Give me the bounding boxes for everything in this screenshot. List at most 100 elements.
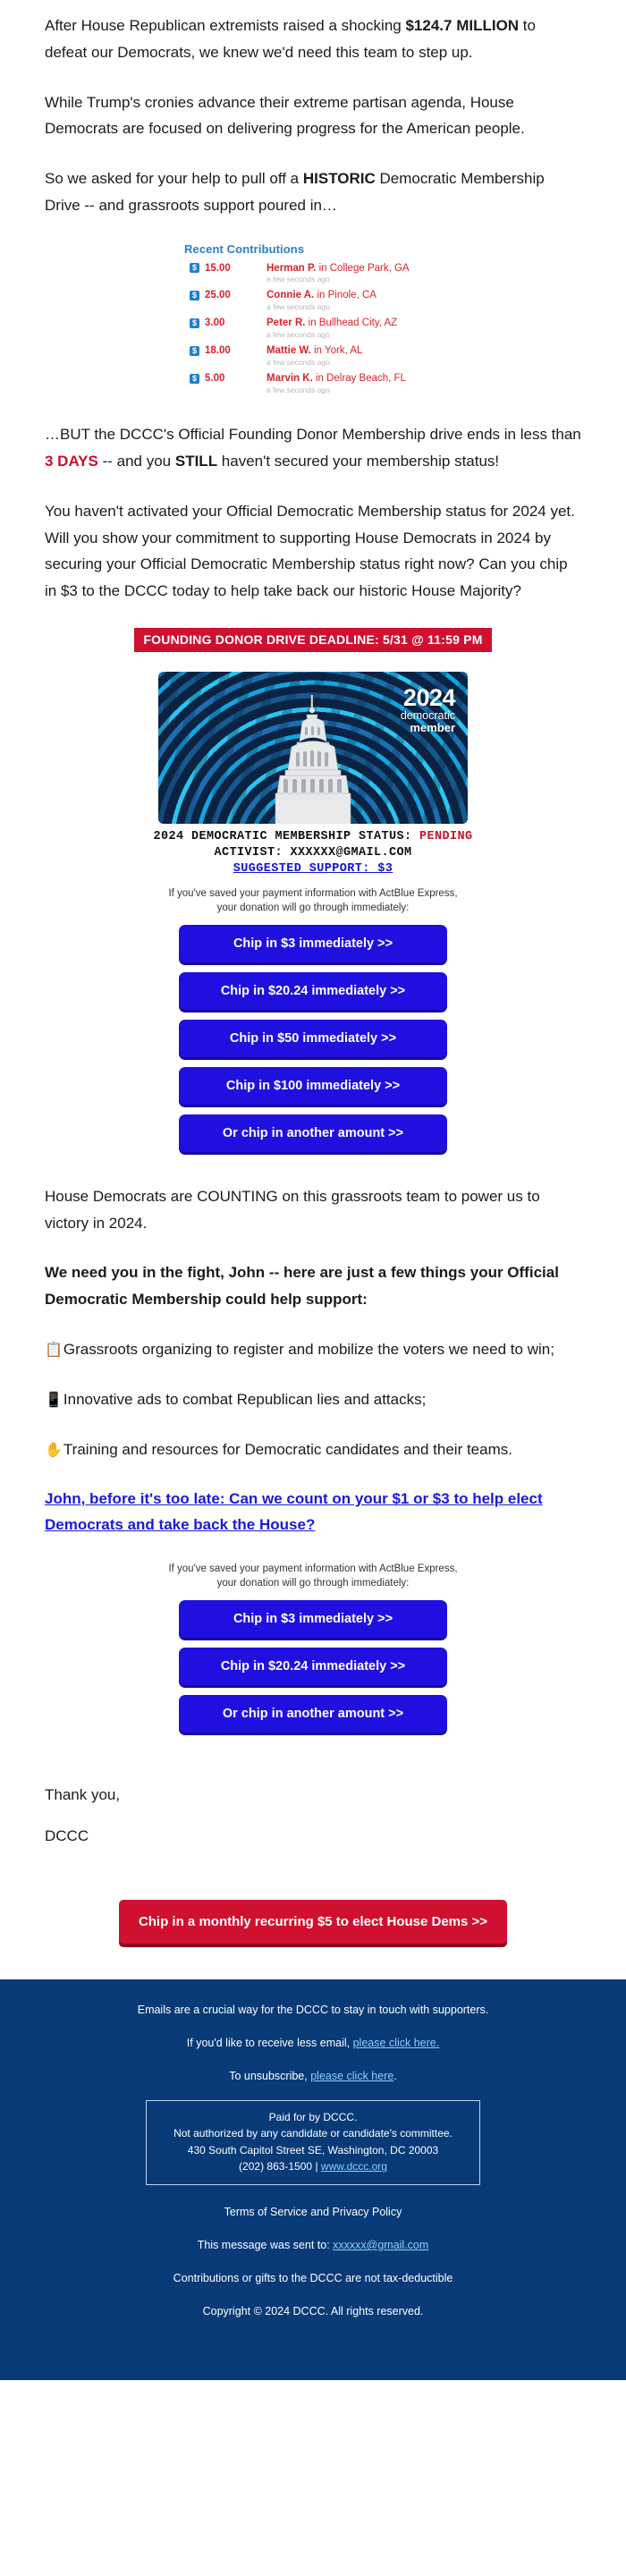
intro-paragraph-1: After House Republican extremists raised… bbox=[45, 13, 581, 66]
contribution-timestamp: a few seconds ago bbox=[266, 301, 330, 311]
copyright-line: Copyright © 2024 DCCC. All rights reserv… bbox=[202, 2304, 424, 2318]
footer-unsubscribe-period: . bbox=[393, 2069, 397, 2082]
membership-status-block: 2024 DEMOCRATIC MEMBERSHIP STATUS: PENDI… bbox=[45, 829, 581, 878]
donate-buttons-secondary: Chip in $3 immediately >> Chip in $20.24… bbox=[45, 1600, 581, 1733]
urgency-p4-e: haven't secured your membership status! bbox=[217, 453, 500, 470]
chip-in-other-button-secondary[interactable]: Or chip in another amount >> bbox=[179, 1695, 447, 1733]
contribution-row: $ 15.00 Herman P. in College Park, GA a … bbox=[161, 263, 465, 284]
contribution-timestamp: a few seconds ago bbox=[266, 274, 330, 284]
chip-in-2024-button-secondary[interactable]: Chip in $20.24 immediately >> bbox=[179, 1648, 447, 1686]
contribution-amount-cell: $ 5.00 bbox=[161, 373, 266, 384]
contribution-donor-location: in York, AL bbox=[310, 345, 363, 357]
contribution-amount: 3.00 bbox=[205, 318, 225, 329]
chip-in-2024-button[interactable]: Chip in $20.24 immediately >> bbox=[179, 971, 447, 1010]
urgency-still-emphasis: STILL bbox=[174, 453, 218, 470]
paid-for-disclaimer: Paid for by DCCC. Not authorized by any … bbox=[146, 2099, 480, 2185]
dollar-icon: $ bbox=[190, 345, 199, 356]
clipboard-icon: 📋 bbox=[45, 1342, 63, 1358]
dccc-website-link[interactable]: www.dccc.org bbox=[321, 2160, 387, 2173]
membership-card-wrap: 2024 democratic member bbox=[45, 671, 581, 824]
card-badge-year: 2024 bbox=[402, 683, 456, 711]
membership-status-label: 2024 DEMOCRATIC MEMBERSHIP STATUS: bbox=[153, 829, 412, 843]
intro-p1-a: After House Republican extremists raised… bbox=[45, 17, 406, 34]
contribution-info: Marvin K. in Delray Beach, FL a few seco… bbox=[266, 373, 406, 394]
monthly-recurring-button[interactable]: Chip in a monthly recurring $5 to elect … bbox=[118, 1899, 508, 1944]
contribution-amount: 15.00 bbox=[205, 262, 231, 274]
email-page: After House Republican extremists raised… bbox=[0, 0, 626, 2380]
recent-contributions-title: Recent Contributions bbox=[184, 242, 305, 256]
sent-to-text: This message was sent to: bbox=[197, 2238, 334, 2251]
suggested-support-link[interactable]: SUGGESTED SUPPORT: $3 bbox=[233, 861, 393, 877]
contribution-donor: Herman P. in College Park, GA bbox=[266, 263, 410, 275]
chip-in-50-button[interactable]: Chip in $50 immediately >> bbox=[179, 1019, 447, 1057]
dollar-icon: $ bbox=[190, 318, 199, 328]
benefit-item: ✋Training and resources for Democratic c… bbox=[45, 1436, 581, 1463]
actblue-express-note-2: If you've saved your payment information… bbox=[45, 1562, 581, 1591]
deadline-banner: FOUNDING DONOR DRIVE DEADLINE: 5/31 @ 11… bbox=[134, 627, 492, 652]
contribution-donor: Marvin K. in Delray Beach, FL bbox=[266, 373, 406, 385]
contribution-donor-location: in Pinole, CA bbox=[314, 290, 376, 301]
footer-less-email-text: If you'd like to receive less email, bbox=[186, 2036, 353, 2049]
card-badge-line2: member bbox=[410, 721, 455, 735]
contribution-donor-location: in Bullhead City, AZ bbox=[305, 318, 398, 329]
email-footer: Emails are a crucial way for the DCCC to… bbox=[0, 1979, 626, 2380]
intro-p3-a: So we asked for your help to pull off a bbox=[45, 170, 303, 187]
contribution-donor: Peter R. in Bullhead City, AZ bbox=[266, 318, 397, 329]
final-appeal-link[interactable]: John, before it's too late: Can we count… bbox=[45, 1487, 581, 1538]
footer-unsubscribe-text: To unsubscribe, bbox=[229, 2069, 311, 2082]
contribution-info: Peter R. in Bullhead City, AZ a few seco… bbox=[266, 318, 397, 339]
benefit-item: 📱Innovative ads to combat Republican lie… bbox=[45, 1386, 581, 1413]
chip-in-100-button[interactable]: Chip in $100 immediately >> bbox=[179, 1066, 447, 1105]
receive-less-email-link[interactable]: please click here. bbox=[353, 2037, 440, 2049]
unsubscribe-link[interactable]: please click here bbox=[310, 2070, 393, 2082]
contribution-row: $ 3.00 Peter R. in Bullhead City, AZ a f… bbox=[161, 318, 465, 339]
footer-intro-line: Emails are a crucial way for the DCCC to… bbox=[137, 2003, 489, 2016]
contribution-donor-name: Connie A. bbox=[266, 290, 315, 301]
benefit-text: Innovative ads to combat Republican lies… bbox=[63, 1390, 427, 1408]
mid-paragraph-1: House Democrats are COUNTING on this gra… bbox=[45, 1187, 540, 1232]
contribution-info: Mattie W. in York, AL a few seconds ago bbox=[266, 345, 362, 367]
contribution-amount: 25.00 bbox=[205, 290, 231, 301]
disclaimer-line-1: Paid for by DCCC. bbox=[268, 2110, 358, 2123]
contribution-donor-location: in Delray Beach, FL bbox=[312, 373, 406, 385]
signoff-name: DCCC bbox=[45, 1826, 89, 1844]
dollar-icon: $ bbox=[190, 373, 199, 384]
content-column: After House Republican extremists raised… bbox=[45, 0, 581, 1944]
intro-p3-emphasis: HISTORIC bbox=[302, 170, 376, 187]
card-badge: 2024 democratic member bbox=[401, 683, 456, 735]
benefit-text: Grassroots organizing to register and mo… bbox=[63, 1340, 554, 1358]
contribution-row: $ 25.00 Connie A. in Pinole, CA a few se… bbox=[161, 290, 465, 311]
contribution-donor-name: Mattie W. bbox=[266, 345, 311, 357]
mid-paragraph-2: We need you in the fight, John -- here a… bbox=[45, 1259, 581, 1313]
chip-in-3-button-secondary[interactable]: Chip in $3 immediately >> bbox=[179, 1600, 447, 1639]
contribution-timestamp: a few seconds ago bbox=[266, 385, 330, 394]
contribution-row: $ 18.00 Mattie W. in York, AL a few seco… bbox=[161, 345, 465, 367]
disclaimer-line-2: Not authorized by any candidate or candi… bbox=[173, 2127, 453, 2140]
chip-in-3-button[interactable]: Chip in $3 immediately >> bbox=[179, 924, 447, 962]
recurring-button-wrap: Chip in a monthly recurring $5 to elect … bbox=[45, 1899, 581, 1944]
intro-paragraph-2: While Trump's cronies advance their extr… bbox=[45, 93, 525, 138]
contribution-info: Connie A. in Pinole, CA a few seconds ag… bbox=[266, 290, 376, 311]
contribution-donor-name: Marvin K. bbox=[266, 373, 313, 385]
express-note-line2: your donation will go through immediatel… bbox=[216, 902, 410, 914]
status-badge: PENDING bbox=[419, 829, 473, 843]
contribution-amount-cell: $ 18.00 bbox=[161, 345, 266, 356]
contribution-amount: 18.00 bbox=[205, 345, 231, 357]
contribution-amount-cell: $ 25.00 bbox=[161, 290, 266, 301]
express-note-line1: If you've saved your payment information… bbox=[168, 1563, 458, 1574]
recent-contributions-widget: Recent Contributions $ 15.00 Herman P. i… bbox=[161, 242, 465, 395]
terms-privacy-line[interactable]: Terms of Service and Privacy Policy bbox=[0, 2203, 626, 2221]
signoff-thanks: Thank you, bbox=[45, 1786, 121, 1804]
contribution-info: Herman P. in College Park, GA a few seco… bbox=[266, 263, 410, 284]
dollar-icon: $ bbox=[190, 263, 199, 273]
membership-status-line: 2024 DEMOCRATIC MEMBERSHIP STATUS: PENDI… bbox=[45, 829, 581, 845]
intro-p1-emphasis: $124.7 MILLION bbox=[405, 17, 520, 34]
capitol-dome-icon bbox=[275, 694, 351, 824]
contribution-row: $ 5.00 Marvin K. in Delray Beach, FL a f… bbox=[161, 373, 465, 394]
chip-in-other-button[interactable]: Or chip in another amount >> bbox=[179, 1114, 447, 1152]
dollar-icon: $ bbox=[190, 290, 199, 301]
recipient-email-link[interactable]: xxxxxx@gmail.com bbox=[333, 2239, 428, 2251]
suggested-support-line: SUGGESTED SUPPORT: $3 bbox=[45, 861, 581, 877]
disclaimer-address: 430 South Capitol Street SE, Washington,… bbox=[187, 2143, 439, 2157]
urgency-days-emphasis: 3 DAYS bbox=[45, 453, 98, 470]
